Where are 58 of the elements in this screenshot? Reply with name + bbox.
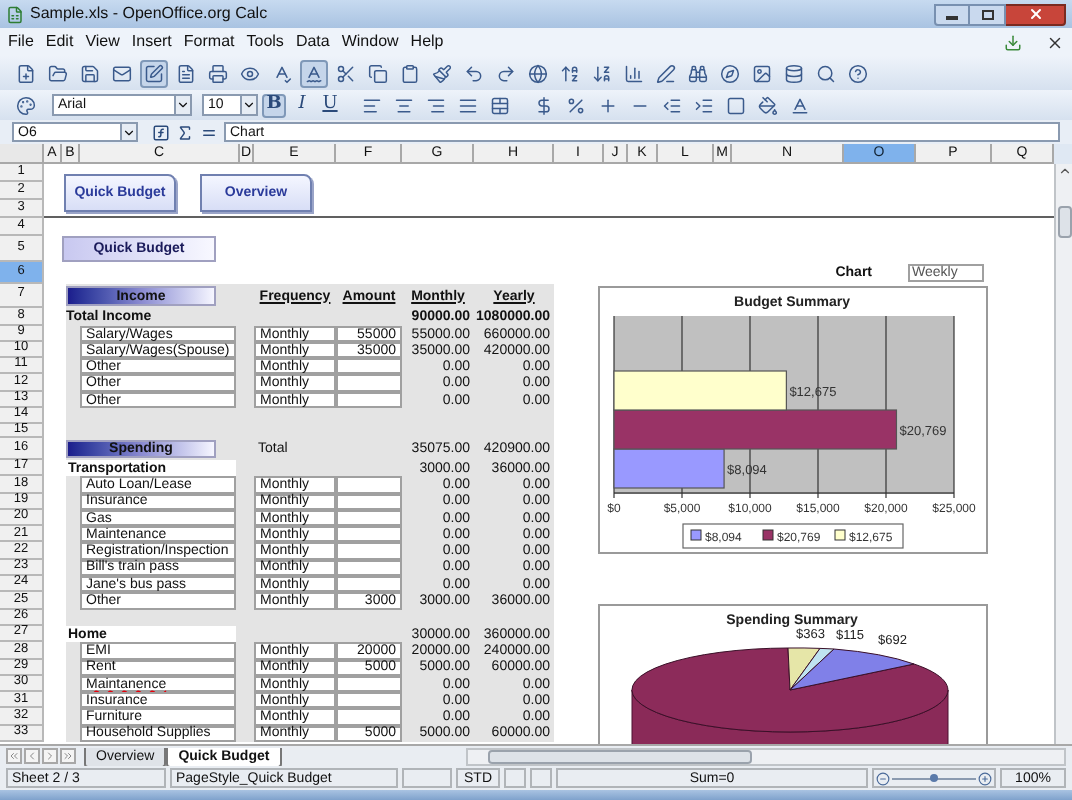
copy-icon[interactable]	[364, 59, 392, 87]
amount-cell	[336, 542, 402, 560]
maximize-button[interactable]	[970, 3, 1006, 25]
status-field	[530, 768, 552, 788]
menu-item[interactable]: Help	[410, 34, 444, 50]
auto-spellcheck-icon[interactable]	[300, 59, 328, 87]
text-style-button[interactable]: B	[262, 93, 286, 117]
corner-cell[interactable]	[0, 144, 44, 164]
zoom-slider[interactable]	[892, 772, 976, 784]
app-icon	[6, 5, 24, 23]
zoom-out-icon[interactable]	[876, 771, 890, 785]
vertical-scrollbar[interactable]	[1054, 164, 1072, 744]
print-icon[interactable]	[204, 59, 232, 87]
sum-icon[interactable]	[176, 123, 194, 141]
amount-cell	[336, 576, 402, 593]
compass-icon[interactable]	[716, 59, 744, 87]
window-title: Sample.xls - OpenOffice.org Calc	[30, 6, 268, 22]
scrollbar-thumb[interactable]	[1057, 206, 1071, 238]
menu-item[interactable]: View	[85, 34, 120, 50]
help-icon[interactable]	[844, 59, 872, 87]
dropdown-button[interactable]	[122, 122, 138, 142]
close-icon	[1027, 6, 1043, 22]
close-button[interactable]	[1006, 3, 1066, 25]
edit-icon[interactable]	[140, 59, 168, 87]
menu-item[interactable]: File	[8, 34, 34, 50]
minimize-button[interactable]	[934, 3, 970, 25]
zoom-in-icon[interactable]	[978, 771, 992, 785]
text-style-button[interactable]: U	[318, 93, 342, 117]
dropdown-button[interactable]	[242, 94, 258, 116]
styles-icon[interactable]	[12, 91, 40, 119]
dropdown-button[interactable]	[176, 94, 192, 116]
menu-item[interactable]: Format	[183, 34, 235, 50]
globe-icon[interactable]	[524, 59, 552, 87]
menu-item[interactable]: Data	[295, 34, 330, 50]
amount-cell	[336, 708, 402, 726]
paintbrush-icon[interactable]	[428, 59, 456, 87]
horizontal-scrollbar[interactable]	[466, 747, 1066, 765]
close-icon[interactable]	[1046, 33, 1064, 51]
menu-item[interactable]: Insert	[131, 34, 172, 50]
status-field	[504, 768, 526, 788]
amount-cell	[336, 476, 402, 494]
menu-item[interactable]: Edit	[45, 34, 74, 50]
menu-item[interactable]: Tools	[246, 34, 284, 50]
download-icon[interactable]	[1004, 33, 1022, 51]
amount-cell	[336, 526, 402, 543]
menu-item[interactable]: Window	[341, 34, 399, 50]
status-field	[402, 768, 452, 788]
zoom-slider-thumb[interactable]	[930, 774, 938, 782]
amount-cell	[336, 374, 402, 392]
database-icon[interactable]	[780, 59, 808, 87]
function-wizard-icon[interactable]	[152, 123, 170, 141]
caret-icon	[176, 98, 190, 112]
caret-icon	[122, 125, 136, 139]
text-style-button[interactable]: I	[290, 93, 314, 117]
scrollbar-thumb[interactable]	[488, 749, 752, 763]
pen-icon[interactable]	[652, 59, 680, 87]
amount-cell	[336, 692, 402, 709]
caret-icon	[242, 98, 256, 112]
